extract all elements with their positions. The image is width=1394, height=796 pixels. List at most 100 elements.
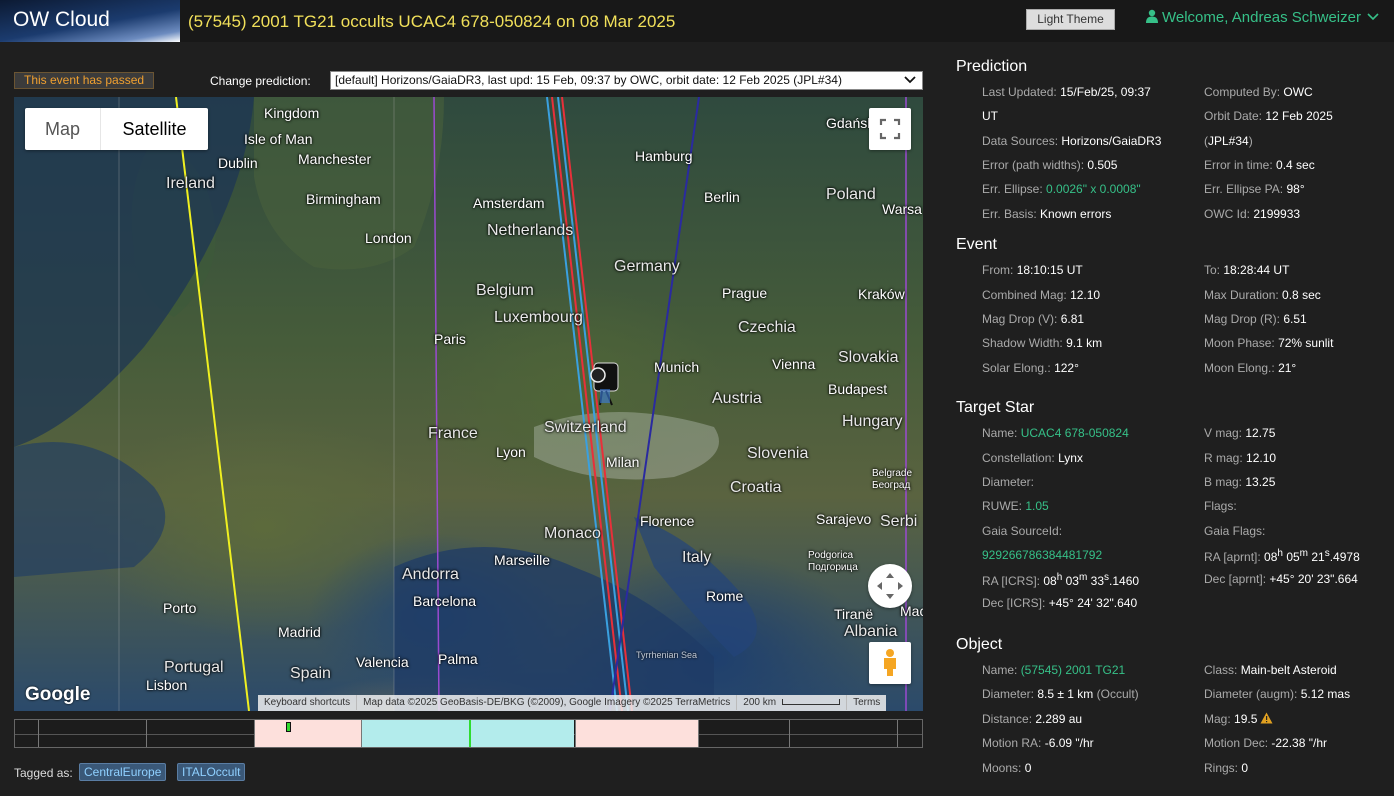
last-updated-field-cont: UT bbox=[982, 109, 998, 123]
error-time-field: Error in time: 0.4 sec bbox=[1204, 158, 1315, 172]
object-mag-field: Mag: 19.5 bbox=[1204, 712, 1273, 726]
map-label-porto: Porto bbox=[163, 600, 197, 616]
err-basis-field: Err. Basis: Known errors bbox=[982, 207, 1112, 221]
map-label-madrid: Madrid bbox=[278, 624, 321, 640]
map-label-palma: Palma bbox=[438, 651, 478, 667]
map-label-portugal: Portugal bbox=[164, 659, 224, 676]
map-label-barcelona: Barcelona bbox=[413, 593, 477, 609]
timeline-segment bbox=[361, 720, 574, 747]
ruwe-link[interactable]: 1.05 bbox=[1025, 499, 1048, 513]
map-label-belgrade: Belgrade Београд bbox=[872, 468, 913, 491]
map-label-florence: Florence bbox=[640, 513, 695, 529]
occultation-map[interactable]: Kingdom Isle of Man Dublin Ireland Manch… bbox=[14, 97, 923, 711]
timeline-tick bbox=[38, 720, 39, 747]
map-label-budapest: Budapest bbox=[828, 381, 888, 397]
star-name-link[interactable]: UCAC4 678-050824 bbox=[1021, 426, 1129, 440]
max-duration-field: Max Duration: 0.8 sec bbox=[1204, 288, 1321, 302]
orbit-date-field-cont: (JPL#34) bbox=[1204, 134, 1253, 148]
tagged-as-label: Tagged as: bbox=[14, 766, 73, 780]
map-label-slovenia: Slovenia bbox=[747, 445, 809, 462]
owc-id-field: OWC Id: 2199933 bbox=[1204, 207, 1301, 221]
star-rmag-field: R mag: 12.10 bbox=[1204, 451, 1277, 465]
err-ellipse-pa-field: Err. Ellipse PA: 98° bbox=[1204, 182, 1305, 196]
constellation-field: Constellation: Lynx bbox=[982, 451, 1083, 465]
object-diameter-field: Diameter: 8.5 ± 1 km (Occult) bbox=[982, 687, 1139, 701]
timeline-current-marker[interactable] bbox=[286, 722, 291, 732]
event-to-field: To: 18:28:44 UT bbox=[1204, 263, 1290, 277]
event-passed-badge: This event has passed bbox=[14, 72, 155, 89]
fullscreen-button[interactable] bbox=[869, 108, 911, 150]
map-label-belgium: Belgium bbox=[476, 282, 534, 299]
map-label-warsaw: Warsa bbox=[882, 201, 922, 217]
object-name-link[interactable]: (57545) 2001 TG21 bbox=[1021, 663, 1126, 677]
map-label-italy: Italy bbox=[682, 549, 712, 566]
map-label-podgorica: Podgorica Подгорица bbox=[808, 550, 858, 573]
user-menu[interactable]: Welcome, Andreas Schweizer bbox=[1146, 9, 1379, 26]
light-theme-button[interactable]: Light Theme bbox=[1026, 9, 1115, 30]
object-name-field: Name: (57545) 2001 TG21 bbox=[982, 663, 1126, 677]
ra-aprnt-field: RA [aprnt]: 08h 05m 21s.4978 bbox=[1204, 548, 1360, 564]
prediction-select-value: [default] Horizons/GaiaDR3, last upd: 15… bbox=[335, 73, 842, 87]
warning-icon[interactable] bbox=[1260, 712, 1273, 724]
map-label-serbia: Serbi bbox=[880, 513, 918, 530]
map-label-krakow: Kraków bbox=[858, 286, 905, 302]
tag-central-europe[interactable]: CentralEurope bbox=[79, 763, 167, 781]
telescope-marker-icon[interactable] bbox=[590, 362, 619, 406]
motion-ra-field: Motion RA: -6.09 "/hr bbox=[982, 736, 1094, 750]
timeline-segment bbox=[254, 720, 362, 747]
map-label-lyon: Lyon bbox=[496, 444, 526, 460]
map-label-paris: Paris bbox=[434, 331, 466, 347]
star-name-field: Name: UCAC4 678-050824 bbox=[982, 426, 1129, 440]
terms-link[interactable]: Terms bbox=[846, 695, 886, 710]
map-scale[interactable]: 200 km bbox=[736, 695, 846, 710]
user-icon bbox=[1146, 9, 1158, 23]
map-label-valencia: Valencia bbox=[356, 654, 409, 670]
object-distance-field: Distance: 2.289 au bbox=[982, 712, 1083, 726]
tag-italoccult[interactable]: ITALOccult bbox=[177, 763, 246, 781]
prediction-select[interactable]: [default] Horizons/GaiaDR3, last upd: 15… bbox=[330, 71, 923, 90]
gaia-source-field: Gaia SourceId: bbox=[982, 524, 1063, 538]
timeline-tick bbox=[146, 720, 147, 747]
camera-control-button[interactable] bbox=[868, 564, 912, 608]
map-type-control: Map Satellite bbox=[25, 108, 208, 150]
moon-phase-field: Moon Phase: 72% sunlit bbox=[1204, 336, 1334, 350]
moon-elong-field: Moon Elong.: 21° bbox=[1204, 361, 1297, 375]
map-type-satellite-button[interactable]: Satellite bbox=[101, 108, 208, 150]
last-updated-field: Last Updated: 15/Feb/25, 09:37 bbox=[982, 85, 1151, 99]
street-view-pegman-button[interactable] bbox=[869, 642, 911, 684]
moons-field: Moons: 0 bbox=[982, 761, 1032, 775]
gaia-flags-field: Gaia Flags: bbox=[1204, 524, 1266, 538]
map-label-albania: Albania bbox=[844, 623, 898, 640]
map-label-marseille: Marseille bbox=[494, 552, 551, 568]
timeline-tick bbox=[254, 720, 255, 747]
combined-mag-field: Combined Mag: 12.10 bbox=[982, 288, 1101, 302]
map-label-tirane: Tiranë bbox=[834, 606, 874, 622]
map-type-map-button[interactable]: Map bbox=[25, 108, 101, 150]
chevron-down-icon bbox=[1367, 13, 1379, 21]
app-logo[interactable]: OW Cloud bbox=[0, 0, 180, 42]
map-data-credit: Map data ©2025 GeoBasis-DE/BKG (©2009), … bbox=[356, 695, 736, 710]
error-path-field: Error (path widths): 0.505 bbox=[982, 158, 1118, 172]
map-label-croatia: Croatia bbox=[730, 479, 782, 496]
camera-control-icon bbox=[877, 573, 903, 599]
err-ellipse-link[interactable]: 0.0026" x 0.0008" bbox=[1046, 182, 1141, 196]
logo-text: OW Cloud bbox=[13, 8, 110, 31]
event-title: (57545) 2001 TG21 occults UCAC4 678-0508… bbox=[188, 12, 676, 31]
event-from-field: From: 18:10:15 UT bbox=[982, 263, 1083, 277]
map-label-monaco: Monaco bbox=[544, 525, 601, 542]
ruwe-field: RUWE: 1.05 bbox=[982, 499, 1049, 513]
map-label-czechia: Czechia bbox=[738, 319, 796, 336]
map-label-poland: Poland bbox=[826, 186, 876, 203]
map-label-dublin: Dublin bbox=[218, 155, 258, 171]
chevron-down-icon bbox=[904, 76, 916, 84]
biscay-sea bbox=[14, 442, 166, 577]
timeline-center-marker[interactable] bbox=[469, 720, 471, 747]
event-timeline[interactable] bbox=[14, 719, 923, 748]
map-label-sarajevo: Sarajevo bbox=[816, 511, 872, 527]
pegman-icon bbox=[884, 649, 896, 676]
motion-dec-field: Motion Dec: -22.38 "/hr bbox=[1204, 736, 1327, 750]
map-scale-label: 200 km bbox=[743, 697, 777, 708]
map-label-birmingham: Birmingham bbox=[306, 191, 381, 207]
keyboard-shortcuts-link[interactable]: Keyboard shortcuts bbox=[258, 695, 356, 710]
gaia-source-link[interactable]: 929266786384481792 bbox=[982, 548, 1102, 562]
